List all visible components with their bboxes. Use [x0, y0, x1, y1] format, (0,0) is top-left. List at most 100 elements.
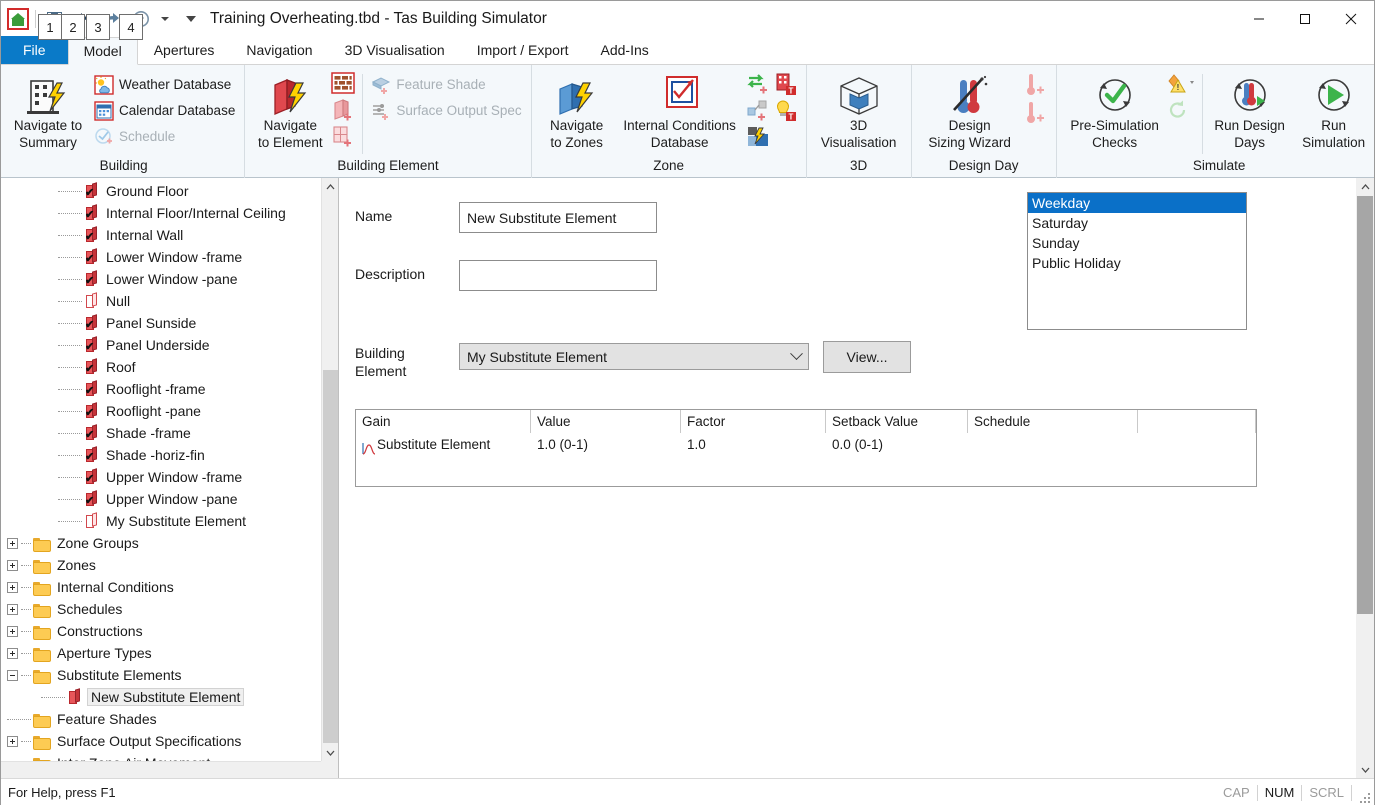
- warning-icon[interactable]: !: [1167, 72, 1197, 96]
- table-row[interactable]: Substitute Element 1.0 (0-1) 1.0 0.0 (0-1): [356, 433, 1256, 457]
- navigate-to-summary-label: Navigate to Summary: [13, 118, 83, 150]
- scroll-up-icon[interactable]: [322, 178, 338, 195]
- wall-construction-icon[interactable]: [331, 72, 356, 96]
- add-zone-link-icon[interactable]: [746, 98, 770, 122]
- ribbon-options-icon[interactable]: [186, 16, 196, 22]
- zone-lightning-small-icon[interactable]: [746, 124, 770, 148]
- tree-item[interactable]: Null: [1, 290, 321, 312]
- day-type-listbox[interactable]: Weekday Saturday Sunday Public Holiday: [1027, 192, 1247, 330]
- 3d-visualisation-button[interactable]: 3D Visualisation: [813, 70, 905, 152]
- name-input[interactable]: [459, 202, 657, 233]
- add-cooling-design-icon[interactable]: [1024, 100, 1048, 126]
- tab-navigation[interactable]: Navigation: [230, 36, 328, 64]
- calendar-database-button[interactable]: Calendar Database: [91, 98, 238, 123]
- day-list-item[interactable]: Public Holiday: [1028, 253, 1246, 273]
- expand-icon[interactable]: [7, 625, 18, 637]
- gain-table-column-header[interactable]: Value: [531, 410, 681, 433]
- tree-item[interactable]: ✔ Upper Window -pane: [1, 488, 321, 510]
- tree-item[interactable]: ✔ Internal Floor/Internal Ceiling: [1, 202, 321, 224]
- add-heating-design-icon[interactable]: [1024, 72, 1048, 98]
- tree-item[interactable]: Schedules: [1, 598, 321, 620]
- tree-item[interactable]: ✔ Panel Sunside: [1, 312, 321, 334]
- day-list-item[interactable]: Weekday: [1028, 193, 1246, 213]
- gain-table-column-header[interactable]: Schedule: [968, 410, 1138, 433]
- add-building-element-icon[interactable]: [331, 98, 355, 122]
- tree-item[interactable]: ✔ Internal Wall: [1, 224, 321, 246]
- gain-table-column-header[interactable]: [1138, 410, 1256, 433]
- maximize-button[interactable]: [1282, 1, 1328, 37]
- tab-import-export[interactable]: Import / Export: [461, 36, 585, 64]
- day-list-item[interactable]: Saturday: [1028, 213, 1246, 233]
- pre-simulation-checks-button[interactable]: Pre-Simulation Checks: [1063, 70, 1167, 152]
- tree-item[interactable]: Substitute Elements: [1, 664, 321, 686]
- expand-icon[interactable]: [7, 581, 18, 593]
- tab-3d-visualisation[interactable]: 3D Visualisation: [329, 36, 461, 64]
- tree-item[interactable]: ✔ Lower Window -pane: [1, 268, 321, 290]
- minimize-button[interactable]: [1236, 1, 1282, 37]
- tree-item[interactable]: ✔ Shade -horiz-fin: [1, 444, 321, 466]
- surface-output-spec-icon: [371, 101, 391, 121]
- content-scroll-thumb[interactable]: [1357, 196, 1373, 614]
- tab-model[interactable]: Model: [67, 37, 138, 65]
- gain-table-body[interactable]: Substitute Element 1.0 (0-1) 1.0 0.0 (0-1): [356, 433, 1256, 457]
- tab-file[interactable]: File: [1, 36, 68, 64]
- gain-table[interactable]: Gain Value Factor Setback Value Schedule Sub…: [355, 409, 1257, 487]
- gain-table-column-header[interactable]: Factor: [681, 410, 826, 433]
- building-element-select[interactable]: My Substitute Element: [459, 343, 809, 370]
- tree-item[interactable]: ✔ Panel Underside: [1, 334, 321, 356]
- scroll-up-icon[interactable]: [1356, 178, 1374, 195]
- tree-item[interactable]: ✔ Ground Floor: [1, 180, 321, 202]
- tree-item[interactable]: Internal Conditions: [1, 576, 321, 598]
- navigate-to-element-button[interactable]: Navigate to Element: [251, 70, 329, 152]
- day-list-item[interactable]: Sunday: [1028, 233, 1246, 253]
- tree-item[interactable]: Zones: [1, 554, 321, 576]
- collapse-icon[interactable]: [7, 669, 18, 681]
- tree-item[interactable]: Feature Shades: [1, 708, 321, 730]
- internal-conditions-database-button[interactable]: Internal Conditions Database: [616, 70, 744, 152]
- resize-grip[interactable]: [1358, 791, 1370, 803]
- tree-item[interactable]: ✔ Lower Window -frame: [1, 246, 321, 268]
- add-air-movement-icon[interactable]: [746, 72, 770, 96]
- run-simulation-button[interactable]: Run Simulation: [1292, 70, 1375, 152]
- expand-icon[interactable]: [7, 603, 18, 615]
- description-input[interactable]: [459, 260, 657, 291]
- expand-icon[interactable]: [7, 537, 18, 549]
- expand-icon[interactable]: [7, 559, 18, 571]
- gain-table-column-header[interactable]: Setback Value: [826, 410, 968, 433]
- tree-vertical-scrollbar[interactable]: [321, 178, 338, 761]
- tree-item[interactable]: My Substitute Element: [1, 510, 321, 532]
- tree-item[interactable]: Zone Groups: [1, 532, 321, 554]
- content-vertical-scrollbar[interactable]: [1356, 178, 1374, 778]
- scroll-down-icon[interactable]: [322, 744, 338, 761]
- tree-item[interactable]: ✔ Roof: [1, 356, 321, 378]
- expand-icon[interactable]: [7, 647, 18, 659]
- view-button[interactable]: View...: [823, 341, 911, 373]
- tree-item[interactable]: Aperture Types: [1, 642, 321, 664]
- weather-database-button[interactable]: Weather Database: [91, 72, 238, 97]
- scroll-down-icon[interactable]: [1356, 761, 1374, 778]
- zone-group-text-icon[interactable]: T: [774, 72, 798, 96]
- add-aperture-type-icon[interactable]: [331, 124, 355, 148]
- tree-horizontal-scrollbar[interactable]: [1, 761, 321, 778]
- chevron-down-icon[interactable]: [161, 17, 169, 21]
- lightbulb-text-icon[interactable]: T: [774, 98, 798, 122]
- run-design-days-button[interactable]: Run Design Days: [1208, 70, 1292, 152]
- tab-apertures[interactable]: Apertures: [138, 36, 231, 64]
- tree-item[interactable]: Surface Output Specifications: [1, 730, 321, 752]
- tree-item[interactable]: New Substitute Element: [1, 686, 321, 708]
- gain-table-column-header[interactable]: Gain: [356, 410, 531, 433]
- tree-item[interactable]: Constructions: [1, 620, 321, 642]
- tree-scroll-thumb[interactable]: [323, 370, 338, 743]
- model-tree[interactable]: ✔ Ground Floor ✔ Internal Floor/Internal Ce…: [1, 178, 321, 761]
- tab-add-ins[interactable]: Add-Ins: [585, 36, 665, 64]
- tree-item[interactable]: ✔ Shade -frame: [1, 422, 321, 444]
- tree-item[interactable]: ✔ Upper Window -frame: [1, 466, 321, 488]
- close-button[interactable]: [1328, 1, 1374, 37]
- tree-item[interactable]: ✔ Rooflight -frame: [1, 378, 321, 400]
- expand-icon[interactable]: [7, 735, 18, 747]
- navigate-to-zones-button[interactable]: Navigate to Zones: [538, 70, 616, 152]
- design-sizing-wizard-button[interactable]: Design Sizing Wizard: [918, 70, 1022, 152]
- tree-item[interactable]: Inter Zone Air Movement: [1, 752, 321, 761]
- navigate-to-summary-button[interactable]: Navigate to Summary: [9, 70, 87, 152]
- tree-item[interactable]: ✔ Rooflight -pane: [1, 400, 321, 422]
